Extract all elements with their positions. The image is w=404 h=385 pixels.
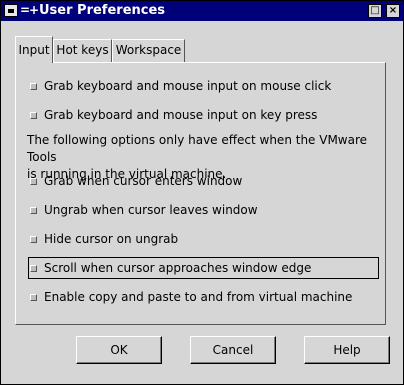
vmware-glyph-icon: =+ — [20, 3, 39, 17]
checkbox[interactable] — [30, 83, 37, 90]
window-title: User Preferences — [39, 3, 166, 18]
option-label: Ungrab when cursor leaves window — [44, 203, 258, 217]
option-label: Grab keyboard and mouse input on key pre… — [44, 108, 318, 122]
ok-button[interactable]: OK — [76, 336, 162, 364]
checkbox[interactable] — [30, 112, 37, 119]
option-label: Hide cursor on ungrab — [44, 232, 179, 246]
help-button[interactable]: Help — [304, 336, 390, 364]
window-menu-icon[interactable] — [4, 4, 18, 17]
checkbox[interactable] — [30, 178, 37, 185]
cancel-button[interactable]: Cancel — [190, 336, 276, 364]
checkbox[interactable] — [30, 294, 37, 301]
tab-hot-keys[interactable]: Hot keys — [53, 39, 112, 62]
option-label: Enable copy and paste to and from virtua… — [44, 290, 353, 304]
title-bar[interactable]: =+ User Preferences □ × — [1, 1, 403, 21]
note-line-1: The following options only have effect w… — [27, 133, 368, 164]
checkbox[interactable] — [30, 236, 37, 243]
option-label: Scroll when cursor approaches window edg… — [44, 261, 312, 275]
option-label: Grab when cursor enters window — [44, 174, 243, 188]
tab-input[interactable]: Input — [15, 36, 53, 63]
input-tab-panel — [15, 62, 386, 325]
tab-workspace[interactable]: Workspace — [112, 39, 185, 62]
close-icon[interactable]: × — [386, 4, 400, 18]
user-preferences-window: =+ User Preferences □ × Input Hot keys W… — [0, 0, 404, 385]
checkbox[interactable] — [30, 207, 37, 214]
checkbox[interactable] — [30, 265, 37, 272]
restore-icon[interactable]: □ — [368, 4, 382, 18]
option-label: Grab keyboard and mouse input on mouse c… — [44, 79, 332, 93]
